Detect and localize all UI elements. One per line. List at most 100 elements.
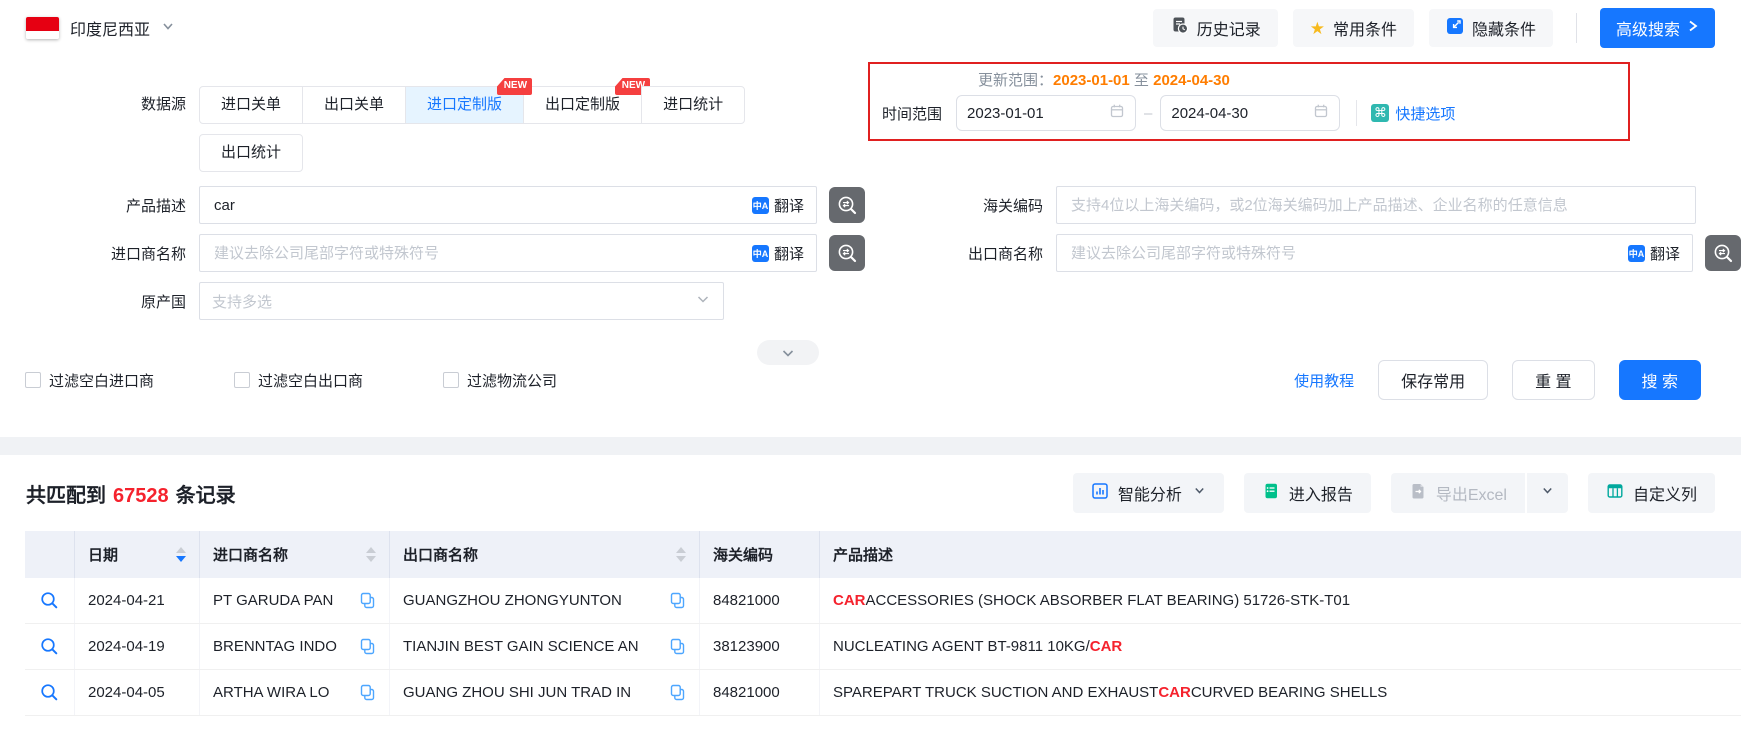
sort-importer[interactable] — [358, 547, 376, 562]
export-split-button: 导出Excel — [1390, 473, 1568, 513]
topbar-divider — [1575, 13, 1577, 43]
row-detail-button[interactable] — [25, 624, 75, 669]
cell-importer: PT GARUDA PAN — [200, 578, 390, 623]
cell-description: CAR ACCESSORIES (SHOCK ABSORBER FLAT BEA… — [820, 578, 1741, 623]
importer-name[interactable]: BRENNTAG INDO — [213, 638, 351, 655]
smart-analysis-button[interactable]: 智能分析 — [1072, 473, 1224, 513]
cell-importer: BRENNTAG INDO — [200, 624, 390, 669]
description-part: CAR — [1158, 684, 1191, 701]
favorites-button[interactable]: ★ 常用条件 — [1292, 9, 1414, 47]
checkbox[interactable] — [443, 372, 460, 388]
search-panel: 数据源 进口关单 出口关单 进口定制版 NEW 出口定制版 NEW 进口统计 出口统… — [0, 56, 1741, 400]
copy-icon[interactable] — [359, 638, 376, 655]
cell-description: NUCLEATING AGENT BT-9811 10KG/CAR — [820, 624, 1741, 669]
origin-select[interactable]: 支持多选 — [199, 282, 724, 320]
export-excel-label: 导出Excel — [1435, 487, 1507, 504]
export-excel-button[interactable]: 导出Excel — [1391, 473, 1525, 513]
tab-export-custom-edition[interactable]: 出口定制版 NEW — [523, 78, 651, 124]
topbar: 印度尼西亚 历史记录 ★ 常用条件 隐藏条件 高级搜索 — [0, 0, 1741, 56]
importer-match-mode-button[interactable] — [829, 235, 865, 271]
checkbox[interactable] — [25, 372, 41, 388]
advanced-search-button[interactable]: 高级搜索 — [1599, 8, 1715, 48]
copy-icon[interactable] — [359, 684, 376, 701]
importer-translate-button[interactable]: 中A 翻译 — [751, 243, 804, 264]
cell-exporter: GUANGZHOU ZHONGYUNTON — [390, 578, 700, 623]
custom-columns-button[interactable]: 自定义列 — [1587, 473, 1715, 513]
importer-input[interactable] — [212, 243, 742, 263]
exporter-name[interactable]: TIANJIN BEST GAIN SCIENCE AN — [403, 638, 661, 655]
filter-blank-exporter[interactable]: 过滤空白出口商 — [234, 370, 363, 391]
collapse-form-button[interactable] — [757, 340, 819, 365]
start-date-input[interactable]: 2023-01-01 — [956, 95, 1137, 131]
filter-logistics-company[interactable]: 过滤物流公司 — [443, 370, 557, 391]
hs-code-input[interactable] — [1069, 195, 1683, 215]
product-translate-button[interactable]: 中A 翻译 — [751, 195, 804, 216]
exporter-translate-button[interactable]: 中A 翻译 — [1627, 243, 1680, 264]
hide-conditions-button[interactable]: 隐藏条件 — [1428, 9, 1553, 47]
exporter-input[interactable] — [1069, 243, 1618, 263]
copy-icon[interactable] — [669, 684, 686, 701]
checkbox[interactable] — [234, 372, 251, 388]
copy-icon[interactable] — [359, 592, 376, 609]
export-options-button[interactable] — [1527, 473, 1568, 513]
count-suffix: 条记录 — [175, 484, 236, 507]
importer-name[interactable]: PT GARUDA PAN — [213, 592, 351, 609]
copy-icon[interactable] — [669, 592, 686, 609]
enter-report-button[interactable]: 进入报告 — [1243, 473, 1371, 513]
time-range-label: 时间范围 — [882, 105, 943, 123]
exporter-row: 出口商名称 中A 翻译 — [868, 234, 1741, 272]
results-actions: 智能分析 进入报告 导出Excel 自定义列 — [1072, 473, 1715, 513]
datasource-row: 数据源 进口关单 出口关单 进口定制版 NEW 出口定制版 NEW 进口统计 出口统… — [0, 62, 868, 172]
importer-name[interactable]: ARTHA WIRA LO — [213, 684, 351, 701]
hs-code-label: 海关编码 — [982, 197, 1043, 215]
exporter-name[interactable]: GUANG ZHOU SHI JUN TRAD IN — [403, 684, 661, 701]
sort-exporter[interactable] — [668, 547, 686, 562]
end-date-input[interactable]: 2024-04-30 — [1160, 95, 1341, 131]
history-button[interactable]: 历史记录 — [1152, 9, 1278, 47]
calendar-icon — [1109, 103, 1125, 123]
export-icon — [1409, 482, 1427, 505]
filter-label: 过滤空白出口商 — [258, 372, 364, 390]
time-range-row: 时间范围 2023-01-01 – 2024-04-30 ⌘ 快捷选项 — [882, 95, 1616, 131]
header-hs-code: 海关编码 — [700, 531, 820, 578]
tutorial-link[interactable]: 使用教程 — [1294, 370, 1354, 391]
filter-blank-importer[interactable]: 过滤空白进口商 — [25, 370, 154, 391]
row-detail-button[interactable] — [25, 670, 75, 715]
cell-hs-code: 84821000 — [700, 670, 820, 715]
count-value: 67528 — [113, 484, 169, 507]
row-detail-button[interactable] — [25, 578, 75, 623]
exporter-match-mode-button[interactable] — [1705, 235, 1741, 271]
cell-importer: ARTHA WIRA LO — [200, 670, 390, 715]
cell-date: 2024-04-05 — [75, 670, 200, 715]
country-selector[interactable]: 印度尼西亚 — [26, 16, 175, 40]
product-input-box: 中A 翻译 — [199, 186, 817, 224]
sort-date[interactable] — [168, 547, 186, 562]
tab-import-customs[interactable]: 进口关单 — [199, 86, 304, 124]
cell-date: 2024-04-21 — [75, 578, 200, 623]
quick-options-link[interactable]: ⌘ 快捷选项 — [1371, 103, 1455, 124]
update-range: 更新范围：2023-01-01 至 2024-04-30 — [978, 69, 1616, 90]
time-range-box: 更新范围：2023-01-01 至 2024-04-30 时间范围 2023-0… — [868, 62, 1630, 141]
command-icon: ⌘ — [1371, 104, 1390, 122]
tab-export-statistics[interactable]: 出口统计 — [199, 134, 304, 172]
results-table: 日期 进口商名称 出口商名称 海关编码 产品描述 2024-04-21 PT G… — [25, 531, 1741, 716]
panel-bottom: 过滤空白进口商 过滤空白出口商 过滤物流公司 使用教程 保存常用 重 置 搜 索 — [0, 360, 1741, 400]
description-part: CAR — [833, 592, 866, 609]
save-common-button[interactable]: 保存常用 — [1378, 360, 1489, 400]
report-icon — [1262, 482, 1280, 505]
tab-import-statistics[interactable]: 进口统计 — [641, 86, 746, 124]
product-match-mode-button[interactable] — [829, 187, 865, 223]
filter-checkboxes: 过滤空白进口商 过滤空白出口商 过滤物流公司 — [25, 370, 557, 391]
header-search-column — [25, 531, 75, 578]
header-date: 日期 — [75, 531, 200, 578]
reset-button[interactable]: 重 置 — [1512, 360, 1595, 400]
search-button[interactable]: 搜 索 — [1618, 360, 1701, 400]
tab-export-customs[interactable]: 出口关单 — [302, 86, 407, 124]
collapse-icon — [1446, 17, 1464, 40]
product-input[interactable] — [212, 195, 742, 215]
tab-import-custom-edition[interactable]: 进口定制版 NEW — [405, 78, 533, 124]
copy-icon[interactable] — [669, 638, 686, 655]
description-part: CAR — [1089, 638, 1123, 655]
cell-date: 2024-04-19 — [75, 624, 200, 669]
exporter-name[interactable]: GUANGZHOU ZHONGYUNTON — [403, 592, 661, 609]
